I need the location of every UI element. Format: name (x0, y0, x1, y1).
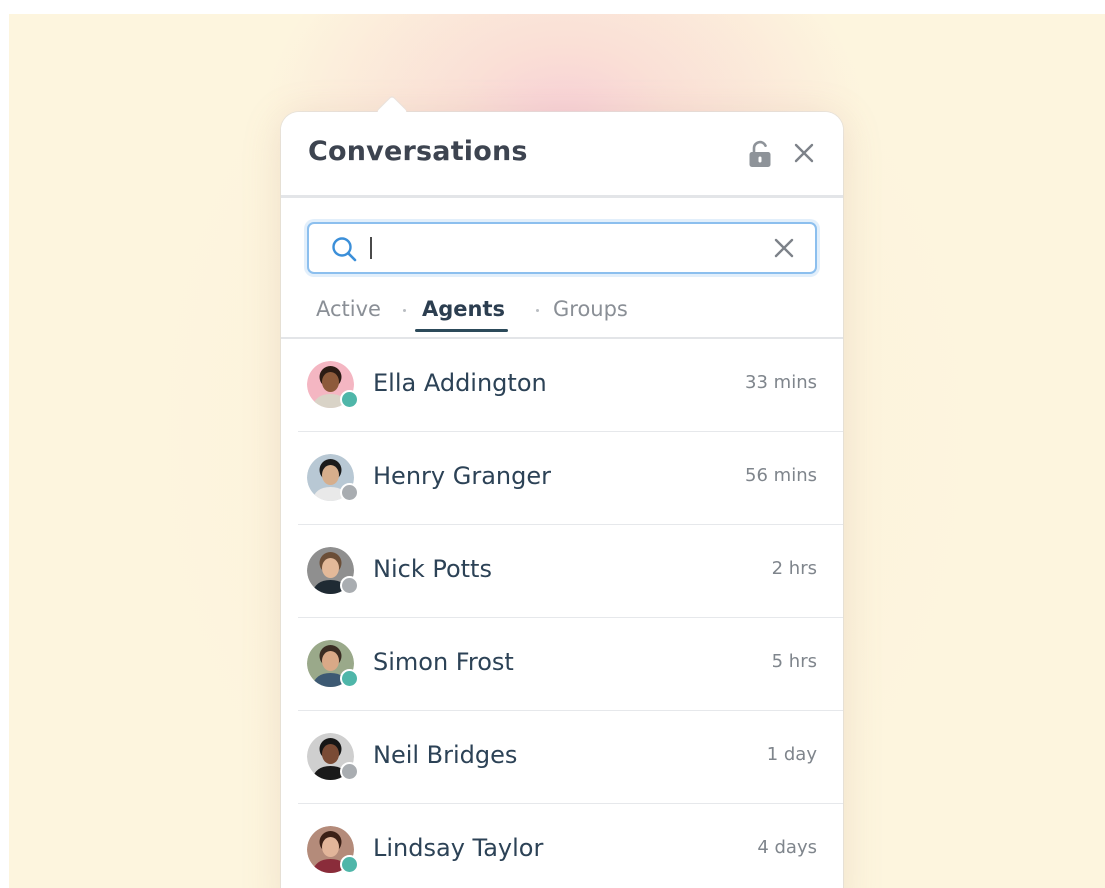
avatar (307, 547, 359, 595)
contact-time: 1 day (766, 744, 817, 765)
avatar (307, 826, 359, 874)
tab-groups[interactable]: Groups (553, 297, 628, 321)
status-indicator (340, 855, 359, 874)
contact-row[interactable]: Nick Potts 2 hrs (298, 525, 843, 618)
contact-row[interactable]: Ella Addington 33 mins (298, 339, 843, 432)
status-indicator (340, 762, 359, 781)
tab-separator (403, 309, 406, 312)
conversations-panel: Conversations Active Agents Groups Ella … (281, 96, 843, 888)
status-indicator (340, 669, 359, 688)
search-input[interactable] (369, 232, 753, 264)
panel-header: Conversations (281, 112, 843, 198)
contact-time: 56 mins (745, 465, 817, 486)
contact-name: Neil Bridges (373, 741, 518, 769)
tab-active[interactable]: Active (316, 297, 381, 321)
page-background: Conversations Active Agents Groups Ella … (9, 14, 1105, 888)
contact-name: Henry Granger (373, 462, 551, 490)
close-icon[interactable] (794, 143, 814, 163)
search-box[interactable] (307, 222, 817, 274)
contact-list: Ella Addington 33 mins Henry Granger 56 min… (298, 339, 843, 888)
contact-row[interactable]: Lindsay Taylor 4 days (298, 804, 843, 888)
panel-title: Conversations (308, 136, 528, 167)
tab-agents[interactable]: Agents (422, 297, 505, 321)
tab-active-indicator (415, 329, 508, 332)
text-caret (370, 237, 372, 259)
tab-separator (536, 309, 539, 312)
contact-time: 5 hrs (771, 651, 817, 672)
contact-name: Simon Frost (373, 648, 514, 676)
contact-name: Nick Potts (373, 555, 492, 583)
contact-name: Lindsay Taylor (373, 834, 544, 862)
contact-time: 2 hrs (771, 558, 817, 579)
contact-time: 4 days (757, 837, 817, 858)
status-indicator (340, 483, 359, 502)
contact-time: 33 mins (745, 372, 817, 393)
avatar (307, 733, 359, 781)
avatar (307, 454, 359, 502)
tab-bar: Active Agents Groups (281, 295, 843, 339)
contact-row[interactable]: Henry Granger 56 mins (298, 432, 843, 525)
status-indicator (340, 576, 359, 595)
contact-row[interactable]: Simon Frost 5 hrs (298, 618, 843, 711)
avatar (307, 640, 359, 688)
contact-row[interactable]: Neil Bridges 1 day (298, 711, 843, 804)
clear-icon[interactable] (774, 238, 794, 258)
search-icon (332, 237, 357, 262)
contact-name: Ella Addington (373, 369, 547, 397)
status-indicator (340, 390, 359, 409)
unlock-icon[interactable] (748, 140, 772, 168)
avatar (307, 361, 359, 409)
